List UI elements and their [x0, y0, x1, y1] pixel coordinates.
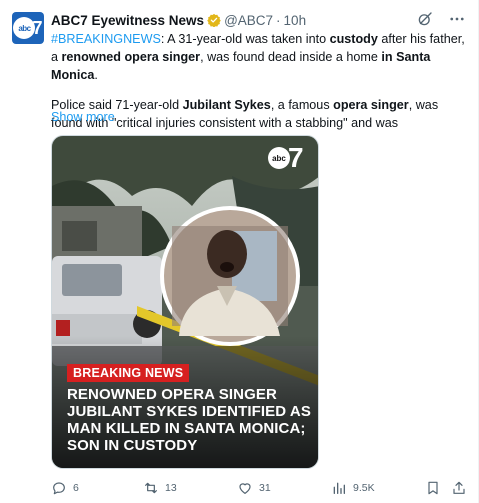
like-button[interactable]: 31	[237, 480, 271, 496]
post-text: #BREAKINGNEWS: A 31-year-old was taken i…	[51, 30, 467, 144]
like-icon	[239, 483, 251, 494]
verified-badge-icon[interactable]	[207, 13, 221, 27]
views-count: 9.5K	[353, 482, 375, 494]
reply-count: 6	[73, 482, 79, 494]
abc7-logo-text: abc	[268, 147, 290, 169]
show-more-link[interactable]: Show more	[51, 110, 115, 124]
breaking-news-banner: BREAKING NEWS	[67, 364, 190, 382]
abc7-logo: abc 7	[268, 142, 312, 174]
views-button[interactable]: 9.5K	[331, 480, 375, 496]
repost-count: 13	[165, 482, 177, 494]
text-bold: renowned opera singer	[61, 50, 201, 64]
share-icon[interactable]	[451, 480, 467, 496]
top-icons	[416, 10, 466, 28]
bookmark-icon[interactable]	[425, 480, 441, 496]
post-image[interactable]: abc 7 BREAKING NEWS RENOWNED OPERA SINGE…	[51, 135, 319, 469]
post-paragraph-1: #BREAKINGNEWS: A 31-year-old was taken i…	[51, 30, 467, 84]
abc7-logo-number: 7	[288, 142, 304, 173]
text-bold: Jubilant Sykes	[182, 98, 271, 112]
like-count: 31	[259, 482, 271, 494]
display-name[interactable]: ABC7 Eyewitness News	[51, 13, 204, 28]
image-headline: RENOWNED OPERA SINGER JUBILANT SYKES IDE…	[67, 386, 311, 454]
text-bold: custody	[329, 32, 378, 46]
post-card[interactable]: abc 7 ABC7 Eyewitness News @ABC7 · 10h #…	[0, 0, 479, 503]
action-bar: 6 13 31 9.5K	[51, 480, 467, 498]
text-segment: .	[94, 68, 98, 82]
more-icon[interactable]	[448, 10, 466, 28]
text-segment: , a famous	[270, 98, 334, 112]
views-icon	[333, 482, 345, 494]
reply-icon	[53, 482, 65, 495]
repost-icon	[145, 482, 157, 494]
text-bold: opera singer	[333, 98, 409, 112]
avatar-logo-number: 7	[32, 17, 43, 38]
reply-button[interactable]: 6	[51, 480, 79, 496]
repost-button[interactable]: 13	[143, 480, 177, 496]
post-header: ABC7 Eyewitness News @ABC7 · 10h	[51, 11, 306, 29]
hashtag-link[interactable]: #BREAKINGNEWS	[51, 32, 161, 46]
separator-dot: ·	[276, 12, 281, 28]
handle[interactable]: @ABC7	[224, 13, 273, 28]
avatar[interactable]: abc 7	[12, 12, 44, 44]
text-segment: : A 31-year-old was taken into	[160, 32, 330, 46]
post-time[interactable]: 10h	[284, 13, 307, 28]
text-segment: , was found dead inside a home	[200, 50, 382, 64]
grok-icon[interactable]	[416, 10, 434, 28]
